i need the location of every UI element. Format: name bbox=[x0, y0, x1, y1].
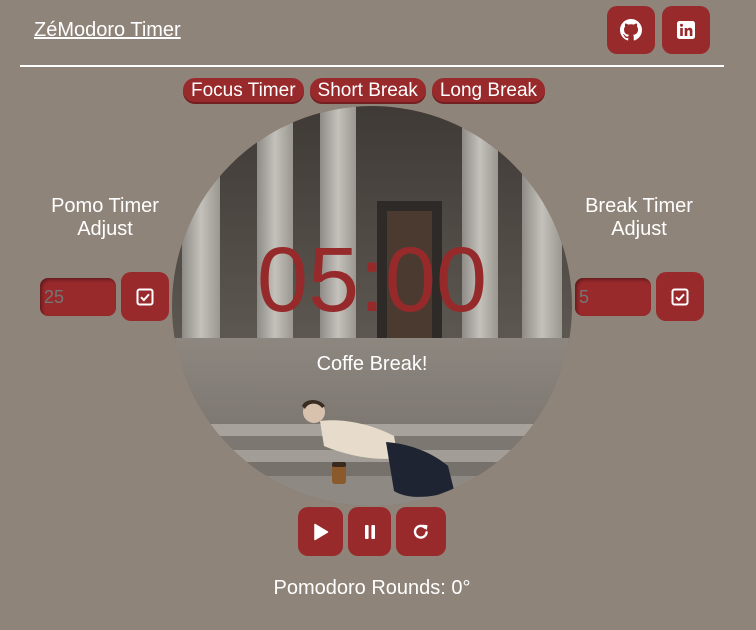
pomodoro-rounds: Pomodoro Rounds: 0° bbox=[273, 577, 471, 599]
tab-short-break[interactable]: Short Break bbox=[309, 78, 426, 104]
check-square-icon bbox=[671, 288, 689, 305]
mode-tabs: Focus Timer Short Break Long Break bbox=[183, 78, 546, 104]
pause-icon bbox=[364, 524, 375, 539]
pomo-adjust-label: Pomo Timer Adjust bbox=[30, 195, 180, 241]
linkedin-button[interactable] bbox=[662, 6, 710, 54]
pomo-timer-input[interactable] bbox=[40, 278, 116, 316]
play-button[interactable] bbox=[298, 507, 343, 556]
linkedin-icon bbox=[677, 21, 695, 39]
pomo-timer-confirm-button[interactable] bbox=[121, 272, 169, 321]
github-icon bbox=[620, 19, 642, 41]
play-icon bbox=[313, 523, 328, 540]
app-title-link[interactable]: ZéModoro Timer bbox=[34, 19, 181, 42]
break-timer-input[interactable] bbox=[575, 278, 651, 316]
github-button[interactable] bbox=[607, 6, 655, 54]
break-timer-confirm-button[interactable] bbox=[656, 272, 704, 321]
header-divider bbox=[20, 65, 724, 67]
break-adjust-label-line2: Adjust bbox=[611, 218, 667, 240]
tab-focus-timer[interactable]: Focus Timer bbox=[183, 78, 304, 104]
timer-message: Coffe Break! bbox=[316, 353, 428, 375]
break-adjust-label: Break Timer Adjust bbox=[564, 195, 714, 241]
reset-icon bbox=[413, 524, 428, 539]
reset-button[interactable] bbox=[396, 507, 446, 556]
tab-long-break[interactable]: Long Break bbox=[431, 78, 546, 104]
check-square-icon bbox=[136, 288, 154, 305]
timer-display: 05:00 bbox=[256, 229, 488, 331]
pomo-adjust-label-line1: Pomo Timer bbox=[51, 195, 159, 217]
pomo-adjust-label-line2: Adjust bbox=[77, 218, 133, 240]
pause-button[interactable] bbox=[348, 507, 391, 556]
break-adjust-label-line1: Break Timer bbox=[585, 195, 693, 217]
